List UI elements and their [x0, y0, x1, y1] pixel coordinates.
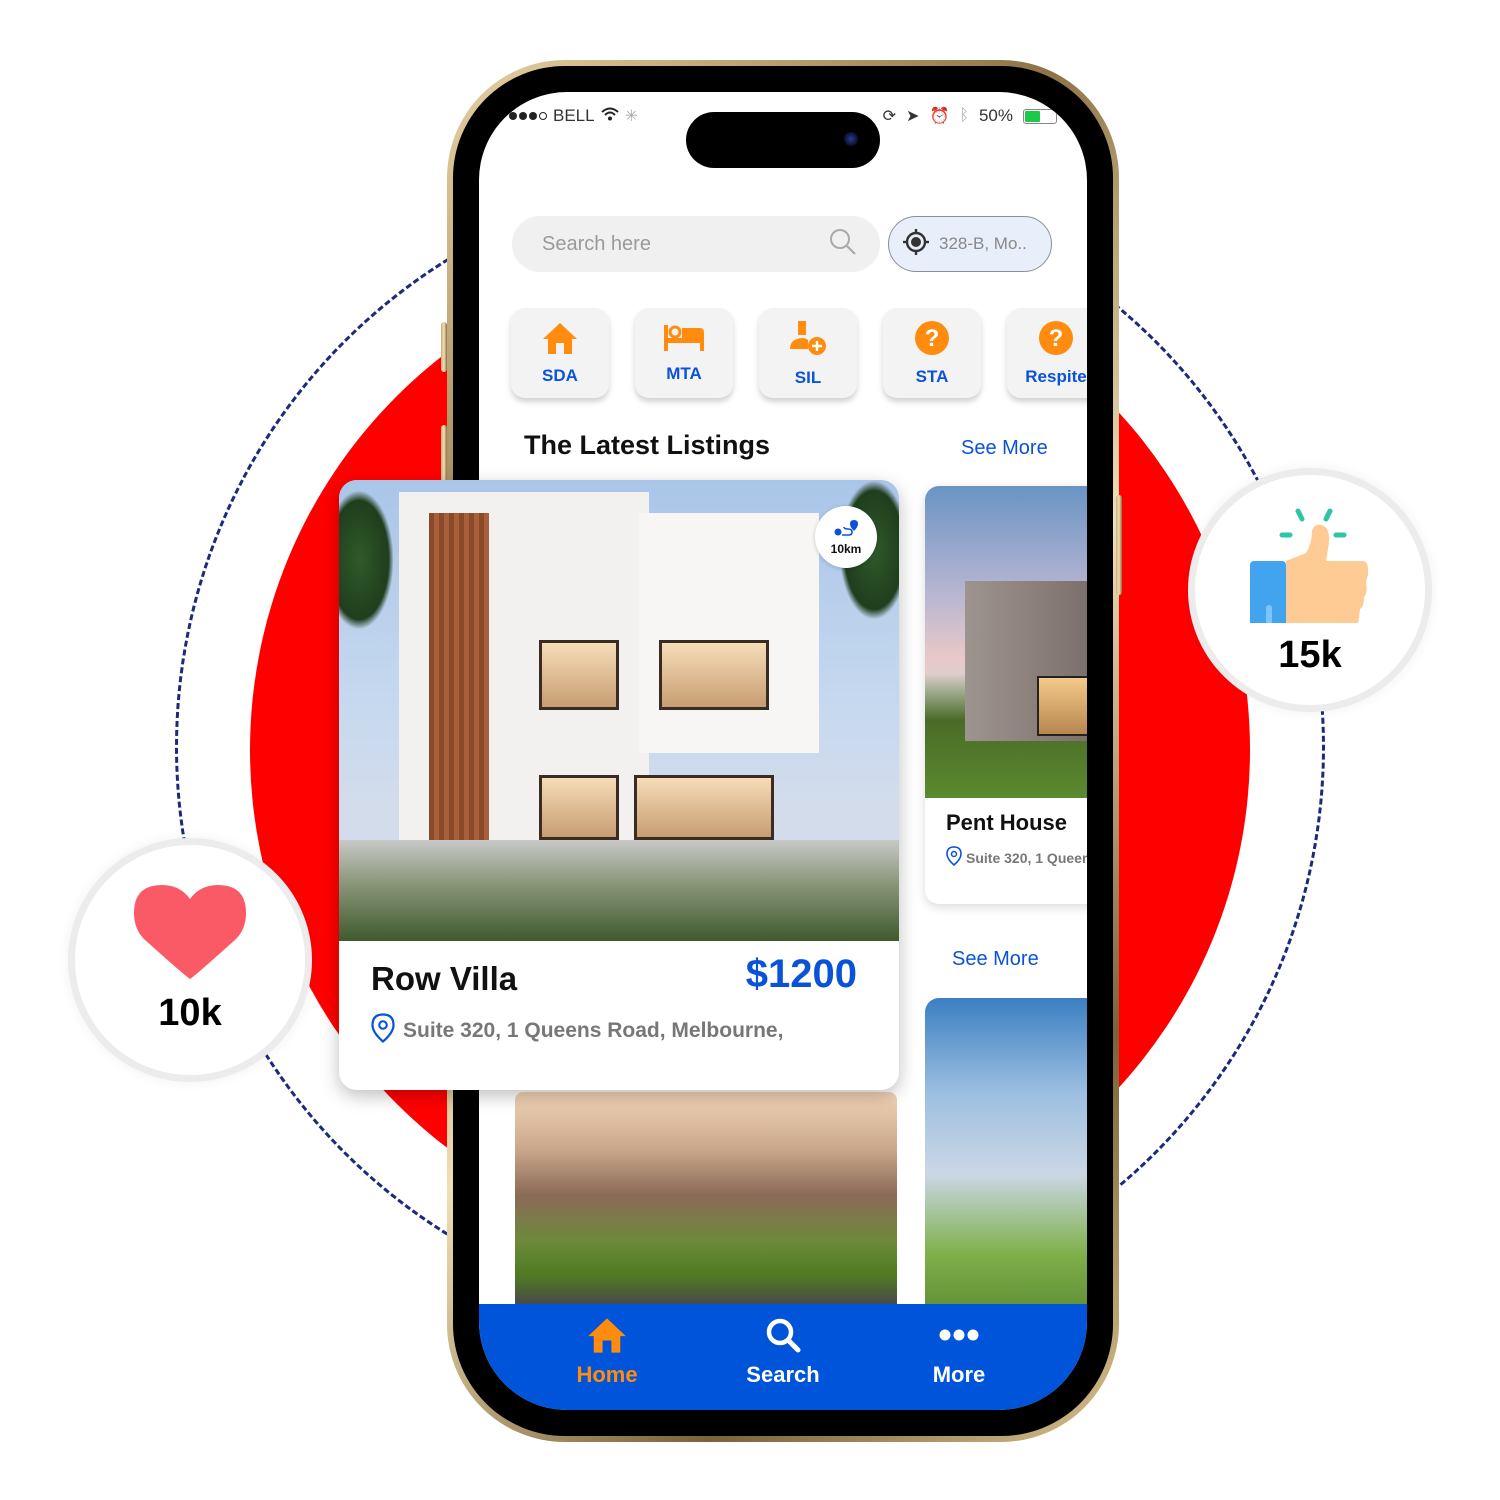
category-label: SDA	[542, 365, 578, 385]
battery-percent: 50%	[978, 106, 1013, 125]
dynamic-island	[686, 112, 880, 168]
category-label: SIL	[794, 367, 822, 387]
hearts-stat-bubble: 10k	[68, 838, 312, 1082]
listing-image	[925, 486, 1087, 798]
question-icon: ?	[914, 320, 950, 361]
location-pin-icon	[371, 1013, 395, 1049]
category-sta[interactable]: ? STA	[883, 308, 981, 398]
phone-side-button	[1116, 495, 1122, 595]
home-icon	[586, 1316, 628, 1360]
listing-image: 10km	[339, 480, 899, 941]
activity-spinner-icon: ✳	[624, 108, 638, 125]
nav-search[interactable]: Search	[713, 1316, 853, 1388]
category-mta[interactable]: MTA	[635, 308, 733, 398]
listing-title: Pent House	[946, 810, 1068, 835]
distance-badge: 10km	[815, 506, 877, 568]
heart-icon	[134, 885, 246, 986]
home-icon	[541, 321, 579, 360]
thumbs-up-icon	[1250, 503, 1370, 628]
location-selector[interactable]: 328-B, Mo..	[888, 216, 1052, 272]
crosshair-icon	[901, 227, 931, 262]
search-field[interactable]	[512, 216, 880, 272]
hearts-count: 10k	[158, 992, 222, 1034]
listing-title: Row Villa	[371, 960, 518, 997]
signal-icon	[509, 112, 547, 120]
listing-address: Suite 320, 1 Queens Road	[946, 846, 1087, 869]
category-label: MTA	[666, 363, 702, 383]
listing-card-penthouse[interactable]: Pent House Suite 320, 1 Queens Road	[925, 486, 1087, 904]
listing-address: Suite 320, 1 Queens Road, Melbourne,	[371, 1013, 783, 1049]
bed-icon	[662, 323, 706, 358]
nav-home[interactable]: Home	[537, 1316, 677, 1388]
carrier-label: BELL	[553, 106, 595, 125]
category-sil[interactable]: SIL	[759, 308, 857, 398]
category-list: SDA MTA SIL ? STA ? Respite	[511, 308, 1087, 398]
search-input[interactable]	[542, 232, 828, 256]
location-label: 328-B, Mo..	[939, 234, 1027, 253]
bluetooth-icon: ᛒ	[959, 107, 969, 124]
alarm-icon: ⏰	[929, 108, 950, 125]
question-icon: ?	[1038, 320, 1074, 361]
see-more-link[interactable]: See More	[961, 437, 1048, 460]
phone-side-button	[441, 322, 447, 372]
route-icon	[833, 519, 859, 542]
wifi-icon	[600, 106, 619, 126]
listing-price: $1200	[745, 952, 857, 996]
user-add-icon	[788, 319, 828, 362]
likes-count: 15k	[1278, 634, 1342, 676]
likes-stat-bubble: 15k	[1188, 468, 1432, 712]
more-icon	[937, 1316, 981, 1360]
location-pin-icon	[946, 846, 962, 869]
rotation-lock-icon: ⟳	[882, 108, 897, 125]
section-title: The Latest Listings	[524, 430, 771, 460]
listing-card-image[interactable]	[925, 998, 1087, 1318]
camera-icon	[844, 132, 858, 146]
category-label: Respite	[1025, 366, 1087, 386]
category-label: STA	[915, 366, 949, 386]
category-respite[interactable]: ? Respite	[1007, 308, 1087, 398]
see-more-link-2[interactable]: See More	[952, 948, 1039, 971]
bottom-navigation: Home Search More	[479, 1304, 1087, 1410]
search-icon[interactable]	[828, 227, 858, 262]
svg-text:?: ?	[1049, 325, 1064, 352]
svg-text:?: ?	[925, 325, 940, 352]
featured-listing-card[interactable]: 10km Row Villa $1200 Suite 320, 1 Queens…	[339, 480, 899, 1090]
listing-card-image[interactable]	[515, 1092, 897, 1322]
battery-icon	[1023, 108, 1057, 124]
category-sda[interactable]: SDA	[511, 308, 609, 398]
nav-more[interactable]: More	[889, 1316, 1029, 1388]
location-arrow-icon: ➤	[906, 108, 920, 125]
search-icon	[764, 1316, 802, 1360]
